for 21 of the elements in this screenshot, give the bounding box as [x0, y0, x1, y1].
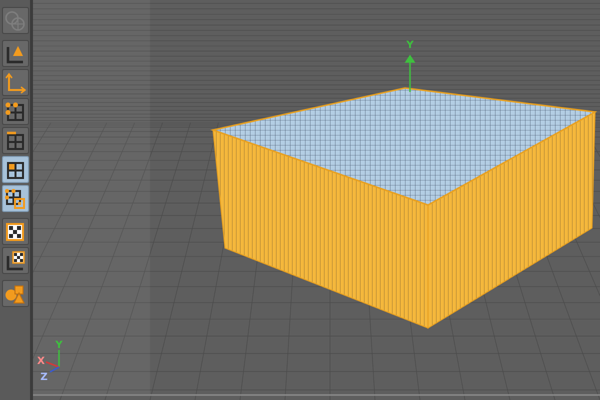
tool-button[interactable] — [2, 40, 28, 67]
axis-gizmo-icon — [46, 350, 60, 373]
axis-icon — [4, 72, 26, 94]
tool-button[interactable] — [2, 98, 28, 125]
tool-button[interactable] — [2, 218, 28, 245]
points-grid-icon — [4, 100, 26, 122]
axis-label: Y — [55, 340, 63, 351]
y-axis-handle-icon — [404, 54, 416, 92]
tool-button[interactable] — [2, 247, 28, 274]
axis-label: X — [37, 356, 45, 367]
axis-label: Z — [40, 372, 48, 383]
edges-grid-icon — [4, 130, 26, 152]
primitives-icon — [4, 282, 26, 304]
globe-icon — [4, 10, 26, 32]
tool-button[interactable] — [2, 127, 28, 154]
checker-axis-icon — [4, 250, 26, 272]
tool-button[interactable] — [2, 156, 28, 183]
checkerboard-icon — [4, 220, 26, 242]
axis-label: Y — [406, 40, 414, 51]
uv-grid-icon — [4, 188, 26, 210]
tool-button[interactable] — [2, 185, 28, 212]
